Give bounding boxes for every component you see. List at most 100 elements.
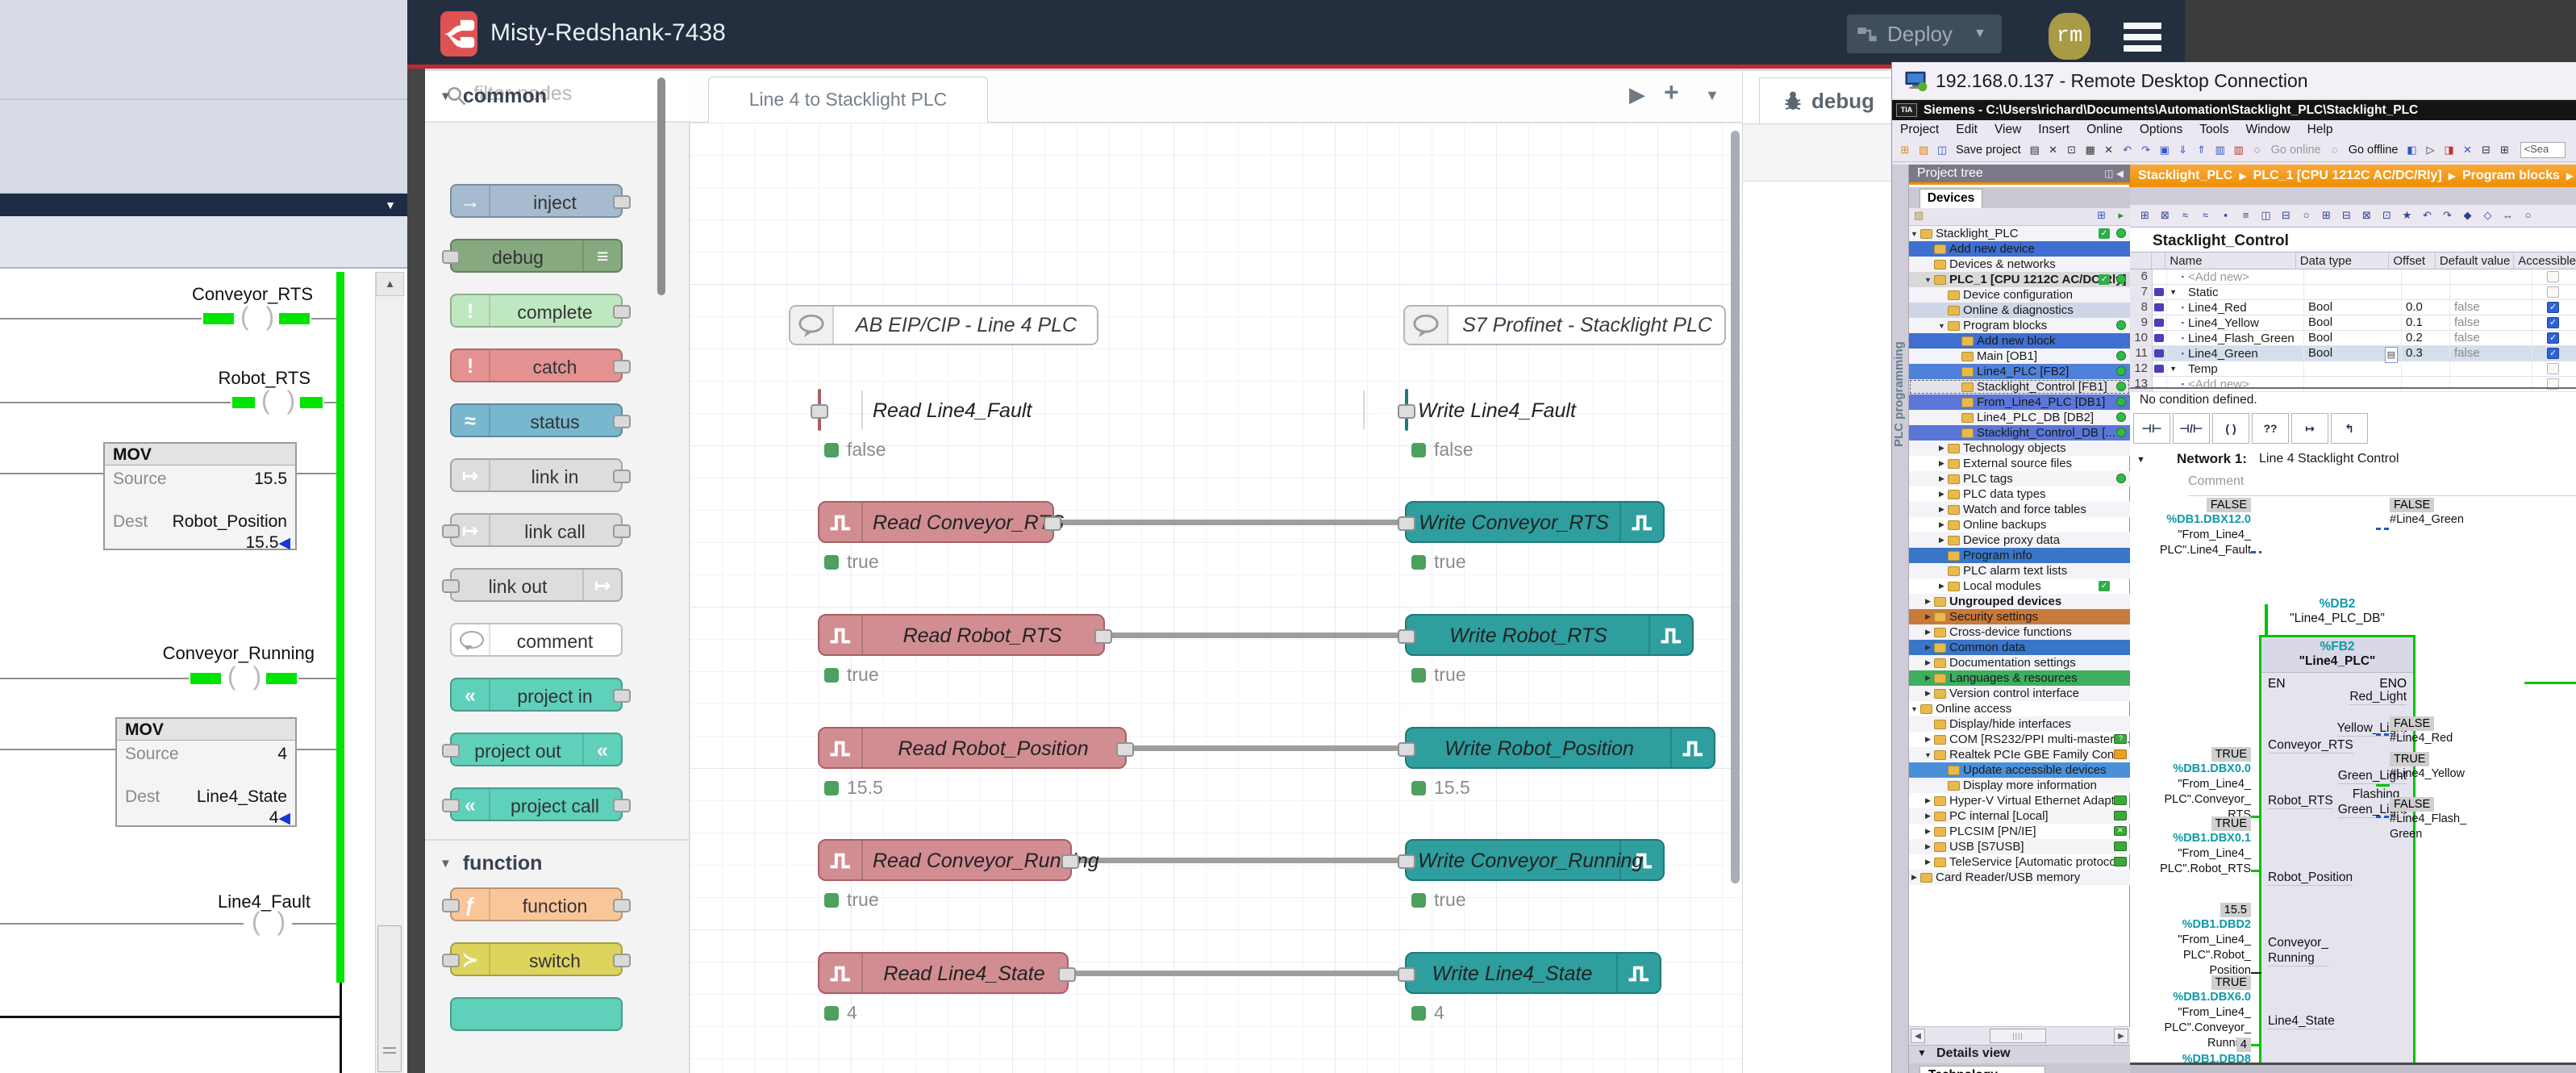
palette-node[interactable]: ↦ link out <box>450 568 623 602</box>
delete-row-icon[interactable]: ⊠ <box>2157 207 2174 224</box>
palette-node[interactable]: → inject <box>450 184 623 218</box>
tree-expander[interactable]: ▶ <box>1936 536 1947 545</box>
search-project-input[interactable]: <Sea <box>2520 142 2566 158</box>
breadcrumb-item[interactable]: Stacklight_PLC <box>2138 169 2232 183</box>
variable-datatype[interactable] <box>2303 361 2401 376</box>
table-row[interactable]: 10 ▪ Line4_Flash_Green Bool 0.2 false <box>2130 331 2576 346</box>
contact-line4-fault[interactable]: ( ) <box>244 912 292 936</box>
output-port[interactable] <box>1044 516 1061 531</box>
tree-item[interactable]: Add new device ✓ <box>1909 241 2130 257</box>
palette-node[interactable]: « project call <box>450 787 623 821</box>
variable-default[interactable]: false <box>2449 315 2532 330</box>
output-port[interactable] <box>1116 742 1134 757</box>
delete-icon[interactable]: ✕ <box>2101 142 2117 158</box>
favorites-icon[interactable]: ★ <box>2399 207 2416 224</box>
checkbox[interactable] <box>2547 348 2559 359</box>
lad-element-button[interactable]: ⊣⊢ <box>2133 413 2170 444</box>
ladder-scrollbar[interactable]: ▲ <box>375 272 404 1073</box>
write-node[interactable]: Write Robot_RTS <box>1405 614 1694 656</box>
redo2-icon[interactable]: ↷ <box>2439 207 2456 224</box>
tree-item[interactable]: Display/hide interfaces ✓ <box>1909 716 2130 732</box>
wave2-icon[interactable]: ≈ <box>2197 207 2214 224</box>
input-operand[interactable]: TRUE %DB1.DBX0.1 "From_Line4_ PLC".Robot… <box>2074 816 2251 877</box>
palette-node[interactable]: « project out <box>450 733 623 766</box>
menu-item[interactable]: Options <box>2140 123 2182 137</box>
menu-item[interactable]: Window <box>2245 123 2290 137</box>
go-online-button[interactable]: Go online <box>2271 144 2321 157</box>
variable-name[interactable]: Static <box>2188 286 2303 299</box>
wave1-icon[interactable]: ≈ <box>2177 207 2194 224</box>
tree-item[interactable]: Stacklight_Control_DB [... ✓ <box>1909 425 2130 440</box>
pin-line4-state[interactable]: Line4_State <box>2268 1013 2335 1029</box>
table-row[interactable]: 8 ▪ Line4_Red Bool 0.0 false <box>2130 300 2576 315</box>
variable-datatype[interactable]: Bool <box>2303 315 2401 330</box>
palette-node[interactable]: ↦ link call <box>450 513 623 547</box>
fbd-network-canvas[interactable]: %DB2 "Line4_PLC_DB" %FB2 "Line4_PLC" EN … <box>2130 497 2576 1073</box>
variable-datatype[interactable]: Bool <box>2303 300 2401 315</box>
tree-expander[interactable]: ▶ <box>1923 827 1933 836</box>
box1-icon[interactable]: ◫ <box>2257 207 2274 224</box>
column-default-value[interactable]: Default value <box>2436 253 2514 269</box>
palette-node[interactable]: ≻ switch <box>450 942 623 976</box>
tree-item[interactable]: ▶ External source files ✓ <box>1909 456 2130 471</box>
tree-expander[interactable]: ▶ <box>1923 643 1933 652</box>
go-back-icon[interactable]: ◇ <box>2479 207 2496 224</box>
tree-sync-icon[interactable]: ▸ <box>2118 209 2124 222</box>
comment-node[interactable]: S7 Profinet - Stacklight PLC <box>1403 305 1726 345</box>
menu-item[interactable]: View <box>1995 123 2021 137</box>
tree-item[interactable]: Add new block ✓ <box>1909 333 2130 349</box>
tree-expander[interactable]: ▼ <box>1909 230 1919 238</box>
palette-node[interactable]: ≡ debug <box>450 239 623 273</box>
variable-name[interactable]: <Add new> <box>2188 270 2303 284</box>
tree-item[interactable]: ▶ Version control interface ✓ <box>1909 686 2130 701</box>
output-operand[interactable]: FALSE #Line4_Red <box>2390 716 2567 746</box>
palette-node[interactable]: ↦ link in <box>450 458 623 492</box>
variable-datatype[interactable]: Bool <box>2303 346 2401 361</box>
table-row[interactable]: 9 ▪ Line4_Yellow Bool 0.1 false <box>2130 315 2576 331</box>
variable-default[interactable]: false <box>2449 300 2532 315</box>
tree-expander[interactable]: ▶ <box>1923 597 1933 606</box>
tree-expander[interactable]: ▶ <box>1923 858 1933 866</box>
column-accessible[interactable]: Accessible <box>2514 253 2576 269</box>
output-port[interactable] <box>1061 854 1079 869</box>
write-node[interactable]: Write Conveyor_RTS <box>1405 501 1665 543</box>
print-icon[interactable]: ▤ <box>2027 142 2043 158</box>
undo-icon[interactable]: ↶ <box>2120 142 2136 158</box>
close-box-icon[interactable]: ⊠ <box>2358 207 2375 224</box>
download-icon[interactable]: ⇓ <box>2175 142 2191 158</box>
tree-item[interactable]: From_Line4_PLC [DB1] ✓ <box>1909 395 2130 410</box>
palette-node[interactable]: comment <box>450 623 623 657</box>
column-datatype[interactable]: Data type <box>2296 253 2390 269</box>
palette-category-common[interactable]: ▼ common <box>425 73 690 119</box>
tree-expander[interactable]: ▶ <box>1923 658 1933 667</box>
tree-item[interactable]: ▼ Program blocks ✓ <box>1909 318 2130 333</box>
tree-item[interactable]: Online & diagnostics ✓ <box>1909 303 2130 318</box>
output-port[interactable] <box>1094 629 1112 644</box>
breadcrumb[interactable]: Stacklight_PLC▶PLC_1 [CPU 1212C AC/DC/Rl… <box>2130 165 2576 187</box>
insert-row-icon[interactable]: ⊞ <box>2136 207 2153 224</box>
tree-expander[interactable]: ▶ <box>1936 520 1947 529</box>
breadcrumb-item[interactable]: PLC_1 [CPU 1212C AC/DC/Rly] <box>2253 169 2442 183</box>
pin-robot-rts[interactable]: Robot_RTS <box>2268 793 2333 809</box>
input-port[interactable] <box>1398 404 1415 419</box>
tree-expander[interactable]: ▶ <box>1936 474 1947 483</box>
flow-canvas[interactable]: Line 4 to Stacklight PLC ▶ + ▼ AB EIP/CI… <box>690 71 1742 1073</box>
collapse-icon[interactable]: ⊟ <box>2338 207 2355 224</box>
palette-node[interactable]: ! catch <box>450 349 623 382</box>
variable-name[interactable]: Line4_Flash_Green <box>2188 332 2303 345</box>
lad-element-button[interactable]: ?? <box>2252 413 2289 444</box>
palette-category-function[interactable]: ▼ function <box>425 839 690 886</box>
diag-icon[interactable]: ◧ <box>2404 142 2420 158</box>
align-icon[interactable]: ≡ <box>2237 207 2254 224</box>
menu-item[interactable]: Help <box>2307 123 2333 137</box>
menu-item[interactable]: Online <box>2086 123 2123 137</box>
palette-node[interactable]: ≈ status <box>450 403 623 437</box>
tree-item[interactable]: ▶ Technology objects ✓ <box>1909 440 2130 456</box>
tree-expander[interactable]: ▶ <box>1936 459 1947 468</box>
chevron-icon[interactable]: ▼ <box>2136 455 2145 465</box>
pin-robot-position[interactable]: Robot_Position <box>2268 870 2353 886</box>
tree-item[interactable]: Stacklight_Control [FB1] ✓ <box>1909 379 2130 395</box>
tree-expander[interactable]: ▼ <box>1923 276 1933 284</box>
input-port[interactable] <box>1398 967 1415 982</box>
input-port[interactable] <box>1398 516 1415 531</box>
